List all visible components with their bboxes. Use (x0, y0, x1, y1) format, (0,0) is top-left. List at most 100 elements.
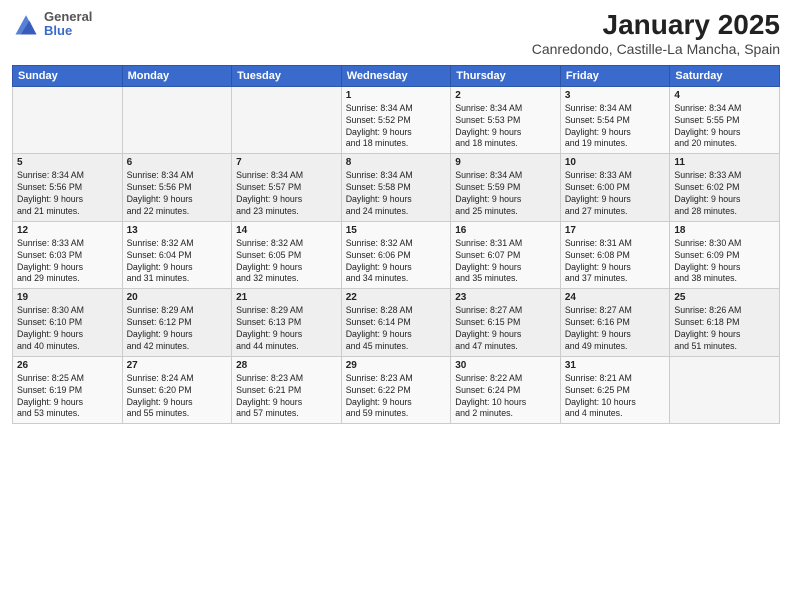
cell-content: Sunrise: 8:22 AM Sunset: 6:24 PM Dayligh… (455, 373, 556, 421)
calendar-cell: 19 Sunrise: 8:30 AM Sunset: 6:10 PM Dayli… (13, 289, 123, 357)
calendar-cell: 8Sunrise: 8:34 AM Sunset: 5:58 PM Daylig… (341, 154, 451, 222)
calendar-cell: 23 Sunrise: 8:27 AM Sunset: 6:15 PM Dayli… (451, 289, 561, 357)
header: General Blue January 2025 Canredondo, Ca… (12, 10, 780, 57)
calendar-cell: 7 Sunrise: 8:34 AM Sunset: 5:57 PM Daylig… (232, 154, 342, 222)
calendar-cell (670, 356, 780, 424)
calendar-week-5: 26 Sunrise: 8:25 AM Sunset: 6:19 PM Dayli… (13, 356, 780, 424)
day-number: 9 (455, 157, 556, 168)
day-number: 6 (127, 157, 228, 168)
day-number: 27 (127, 360, 228, 371)
cell-content: Sunrise: 8:28 AM Sunset: 6:14 PM Dayligh… (346, 305, 447, 353)
day-number: 5 (17, 157, 118, 168)
page-subtitle: Canredondo, Castille-La Mancha, Spain (532, 41, 780, 57)
day-number: 4 (674, 90, 775, 101)
calendar-cell: 28 Sunrise: 8:23 AM Sunset: 6:21 PM Dayli… (232, 356, 342, 424)
calendar-cell: 5 Sunrise: 8:34 AM Sunset: 5:56 PM Daylig… (13, 154, 123, 222)
day-number: 23 (455, 292, 556, 303)
calendar-cell: 15 Sunrise: 8:32 AM Sunset: 6:06 PM Dayli… (341, 221, 451, 289)
logo: General Blue (12, 10, 92, 39)
cell-content: Sunrise: 8:33 AM Sunset: 6:03 PM Dayligh… (17, 238, 118, 286)
day-number: 18 (674, 225, 775, 236)
calendar-body: 1Sunrise: 8:34 AM Sunset: 5:52 PM Daylig… (13, 86, 780, 424)
cell-content: Sunrise: 8:30 AM Sunset: 6:10 PM Dayligh… (17, 305, 118, 353)
logo-blue-text: Blue (44, 24, 92, 38)
calendar-cell: 14Sunrise: 8:32 AM Sunset: 6:05 PM Dayli… (232, 221, 342, 289)
calendar-cell: 29 Sunrise: 8:23 AM Sunset: 6:22 PM Dayli… (341, 356, 451, 424)
cell-content: Sunrise: 8:34 AM Sunset: 5:55 PM Dayligh… (674, 103, 775, 151)
day-number: 19 (17, 292, 118, 303)
calendar-week-2: 5 Sunrise: 8:34 AM Sunset: 5:56 PM Daylig… (13, 154, 780, 222)
day-header-tuesday: Tuesday (232, 65, 342, 86)
day-header-wednesday: Wednesday (341, 65, 451, 86)
calendar-cell: 6 Sunrise: 8:34 AM Sunset: 5:56 PM Daylig… (122, 154, 232, 222)
calendar-cell: 11 Sunrise: 8:33 AM Sunset: 6:02 PM Dayli… (670, 154, 780, 222)
logo-general-text: General (44, 10, 92, 24)
calendar-cell: 26 Sunrise: 8:25 AM Sunset: 6:19 PM Dayli… (13, 356, 123, 424)
cell-content: Sunrise: 8:33 AM Sunset: 6:02 PM Dayligh… (674, 170, 775, 218)
cell-content: Sunrise: 8:31 AM Sunset: 6:07 PM Dayligh… (455, 238, 556, 286)
calendar-cell (13, 86, 123, 154)
day-number: 11 (674, 157, 775, 168)
day-header-monday: Monday (122, 65, 232, 86)
day-number: 24 (565, 292, 666, 303)
cell-content: Sunrise: 8:31 AM Sunset: 6:08 PM Dayligh… (565, 238, 666, 286)
cell-content: Sunrise: 8:34 AM Sunset: 5:58 PM Dayligh… (346, 170, 447, 218)
day-number: 28 (236, 360, 337, 371)
calendar-table: SundayMondayTuesdayWednesdayThursdayFrid… (12, 65, 780, 425)
calendar-week-4: 19 Sunrise: 8:30 AM Sunset: 6:10 PM Dayli… (13, 289, 780, 357)
day-number: 31 (565, 360, 666, 371)
day-header-thursday: Thursday (451, 65, 561, 86)
day-number: 29 (346, 360, 447, 371)
logo-text: General Blue (44, 10, 92, 39)
calendar-cell: 21Sunrise: 8:29 AM Sunset: 6:13 PM Dayli… (232, 289, 342, 357)
title-block: January 2025 Canredondo, Castille-La Man… (532, 10, 780, 57)
day-number: 15 (346, 225, 447, 236)
day-header-sunday: Sunday (13, 65, 123, 86)
calendar-cell: 9 Sunrise: 8:34 AM Sunset: 5:59 PM Daylig… (451, 154, 561, 222)
day-number: 2 (455, 90, 556, 101)
calendar-cell: 18 Sunrise: 8:30 AM Sunset: 6:09 PM Dayli… (670, 221, 780, 289)
page-title: January 2025 (532, 10, 780, 41)
calendar-header: SundayMondayTuesdayWednesdayThursdayFrid… (13, 65, 780, 86)
calendar-week-1: 1Sunrise: 8:34 AM Sunset: 5:52 PM Daylig… (13, 86, 780, 154)
calendar-cell: 22 Sunrise: 8:28 AM Sunset: 6:14 PM Dayli… (341, 289, 451, 357)
calendar-cell (122, 86, 232, 154)
day-number: 3 (565, 90, 666, 101)
cell-content: Sunrise: 8:34 AM Sunset: 5:56 PM Dayligh… (17, 170, 118, 218)
cell-content: Sunrise: 8:34 AM Sunset: 5:57 PM Dayligh… (236, 170, 337, 218)
calendar-cell: 1Sunrise: 8:34 AM Sunset: 5:52 PM Daylig… (341, 86, 451, 154)
day-number: 13 (127, 225, 228, 236)
day-number: 12 (17, 225, 118, 236)
cell-content: Sunrise: 8:34 AM Sunset: 5:56 PM Dayligh… (127, 170, 228, 218)
logo-icon (12, 10, 40, 38)
cell-content: Sunrise: 8:32 AM Sunset: 6:05 PM Dayligh… (236, 238, 337, 286)
calendar-cell: 16 Sunrise: 8:31 AM Sunset: 6:07 PM Dayli… (451, 221, 561, 289)
calendar-cell: 27Sunrise: 8:24 AM Sunset: 6:20 PM Dayli… (122, 356, 232, 424)
day-number: 16 (455, 225, 556, 236)
cell-content: Sunrise: 8:32 AM Sunset: 6:06 PM Dayligh… (346, 238, 447, 286)
calendar-cell: 4 Sunrise: 8:34 AM Sunset: 5:55 PM Daylig… (670, 86, 780, 154)
day-header-row: SundayMondayTuesdayWednesdayThursdayFrid… (13, 65, 780, 86)
cell-content: Sunrise: 8:26 AM Sunset: 6:18 PM Dayligh… (674, 305, 775, 353)
cell-content: Sunrise: 8:23 AM Sunset: 6:21 PM Dayligh… (236, 373, 337, 421)
cell-content: Sunrise: 8:34 AM Sunset: 5:52 PM Dayligh… (346, 103, 447, 151)
cell-content: Sunrise: 8:34 AM Sunset: 5:53 PM Dayligh… (455, 103, 556, 151)
calendar-cell: 30Sunrise: 8:22 AM Sunset: 6:24 PM Dayli… (451, 356, 561, 424)
cell-content: Sunrise: 8:32 AM Sunset: 6:04 PM Dayligh… (127, 238, 228, 286)
cell-content: Sunrise: 8:30 AM Sunset: 6:09 PM Dayligh… (674, 238, 775, 286)
day-number: 21 (236, 292, 337, 303)
cell-content: Sunrise: 8:34 AM Sunset: 5:59 PM Dayligh… (455, 170, 556, 218)
day-header-friday: Friday (560, 65, 670, 86)
day-number: 22 (346, 292, 447, 303)
cell-content: Sunrise: 8:27 AM Sunset: 6:15 PM Dayligh… (455, 305, 556, 353)
calendar-cell: 3Sunrise: 8:34 AM Sunset: 5:54 PM Daylig… (560, 86, 670, 154)
cell-content: Sunrise: 8:29 AM Sunset: 6:12 PM Dayligh… (127, 305, 228, 353)
cell-content: Sunrise: 8:25 AM Sunset: 6:19 PM Dayligh… (17, 373, 118, 421)
day-number: 7 (236, 157, 337, 168)
day-number: 26 (17, 360, 118, 371)
cell-content: Sunrise: 8:33 AM Sunset: 6:00 PM Dayligh… (565, 170, 666, 218)
calendar-cell: 17Sunrise: 8:31 AM Sunset: 6:08 PM Dayli… (560, 221, 670, 289)
calendar-cell: 10Sunrise: 8:33 AM Sunset: 6:00 PM Dayli… (560, 154, 670, 222)
cell-content: Sunrise: 8:23 AM Sunset: 6:22 PM Dayligh… (346, 373, 447, 421)
calendar-cell: 13 Sunrise: 8:32 AM Sunset: 6:04 PM Dayli… (122, 221, 232, 289)
